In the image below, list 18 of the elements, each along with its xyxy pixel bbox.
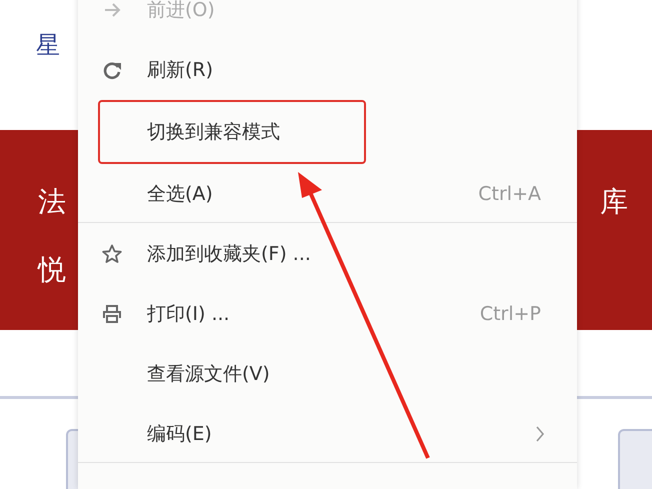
star-icon [102,244,122,264]
menu-item[interactable]: 编码(E) [78,404,577,464]
menu-item[interactable]: 切换到兼容模式 [100,102,364,162]
chevron-icon [535,425,545,443]
tab-card [618,429,652,489]
banner-link[interactable]: 库 [600,185,628,219]
menu-item[interactable]: 全选(A) Ctrl+A [78,164,577,224]
banner-link[interactable]: 悦 [38,253,66,287]
menu-item[interactable]: 查看源文件(V) [78,344,577,404]
shortcut-text: Ctrl+P [480,303,541,325]
menu-item[interactable]: 打印(I) ... Ctrl+P [78,284,577,344]
refresh-icon [102,60,122,80]
shortcut-text: Ctrl+A [478,183,541,205]
menu-item[interactable]: 刷新(R) [78,40,577,100]
nav-link[interactable]: 星 [36,29,60,61]
banner-link[interactable]: 法 [38,185,66,219]
menu-item[interactable]: 添加到收藏夹(F) ... [78,224,577,284]
printer-icon [102,304,122,324]
